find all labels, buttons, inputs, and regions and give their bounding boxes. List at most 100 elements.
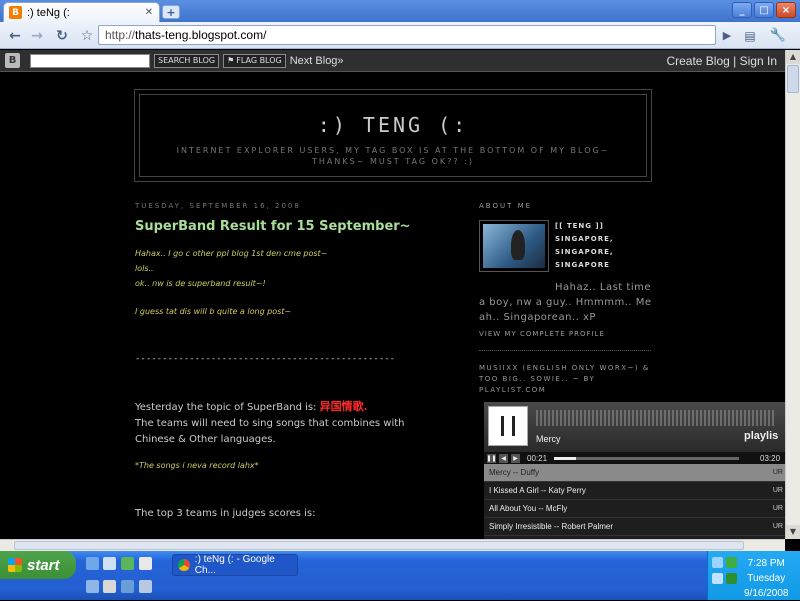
address-prefix: http:// bbox=[105, 28, 136, 42]
blog-header-inner: :) TENG (: INTERNET EXPLORER USERS, MY T… bbox=[139, 94, 647, 177]
next-icon[interactable]: ▶ bbox=[511, 453, 520, 463]
start-button[interactable]: start bbox=[0, 551, 76, 579]
back-arrow-icon[interactable]: ← bbox=[5, 26, 25, 45]
blog-description: INTERNET EXPLORER USERS, MY TAG BOX IS A… bbox=[176, 146, 610, 166]
track-tag: UR bbox=[772, 469, 783, 476]
clock[interactable]: 7:28 PM Tuesday 9/16/2008 bbox=[744, 556, 789, 601]
maximize-button[interactable]: □ bbox=[754, 2, 774, 18]
quicklaunch-icon[interactable] bbox=[121, 580, 134, 593]
profile-photo[interactable] bbox=[479, 220, 549, 272]
post-topic-body: The teams will need to sing songs that c… bbox=[135, 418, 405, 445]
sidebar-divider bbox=[479, 350, 651, 351]
quicklaunch-icon[interactable] bbox=[121, 557, 134, 570]
chrome-icon bbox=[178, 559, 190, 571]
track-title: Simply Irresistible -- Robert Palmer bbox=[489, 522, 614, 531]
flag-icon: ⚑ bbox=[227, 56, 235, 65]
track-tag: UR bbox=[772, 505, 783, 512]
blogger-favicon-icon: B bbox=[9, 6, 22, 19]
top3-text: The top 3 teams in judges scores is: bbox=[135, 508, 316, 519]
close-window-button[interactable]: × bbox=[776, 2, 796, 18]
bookmark-star-icon[interactable]: ☆ bbox=[77, 26, 97, 45]
profile-name[interactable]: [[ TENG ]] bbox=[555, 220, 614, 233]
track-row[interactable]: All About You -- McFly UR bbox=[484, 500, 785, 518]
progress-bar[interactable] bbox=[554, 456, 740, 460]
minimize-button[interactable]: _ bbox=[732, 2, 752, 18]
flag-blog-label: FLAG BLOG bbox=[236, 56, 282, 65]
system-tray: 7:28 PM Tuesday 9/16/2008 bbox=[707, 551, 800, 600]
address-bar[interactable]: http://thats-teng.blogspot.com/ bbox=[98, 25, 716, 45]
post-column: TUESDAY, SEPTEMBER 16, 2008 SuperBand Re… bbox=[135, 202, 455, 522]
track-row[interactable]: Mercy -- Duffy UR bbox=[484, 464, 785, 482]
blog-header: :) TENG (: INTERNET EXPLORER USERS, MY T… bbox=[134, 89, 652, 182]
player-controls: ❚❚ ◀ ▶ 00:21 03:20 bbox=[484, 452, 785, 464]
tab-title: :) teNg (: bbox=[27, 6, 70, 19]
search-blog-button[interactable]: SEARCH BLOG bbox=[154, 53, 220, 68]
about-text: Hahaz.. Last time a boy, nw a guy.. Hmmm… bbox=[479, 282, 652, 323]
tray-icon[interactable] bbox=[726, 557, 737, 568]
track-tag: UR bbox=[772, 523, 783, 530]
security-icon[interactable] bbox=[726, 573, 737, 584]
blog-title[interactable]: :) TENG (: bbox=[140, 113, 646, 137]
page-menu-icon[interactable]: ▤ bbox=[740, 26, 760, 45]
quicklaunch-icon[interactable] bbox=[103, 580, 116, 593]
vertical-scrollbar[interactable]: ▲ ▼ bbox=[785, 50, 800, 539]
clock-date: 9/16/2008 bbox=[744, 588, 789, 599]
new-tab-button[interactable]: + bbox=[162, 5, 180, 19]
forward-arrow-icon[interactable]: → bbox=[27, 26, 47, 45]
reload-icon[interactable]: ↻ bbox=[52, 26, 72, 45]
scroll-down-icon[interactable]: ▼ bbox=[786, 525, 800, 539]
track-tag: UR bbox=[772, 487, 783, 494]
track-title: I Kissed A Girl -- Katy Perry bbox=[489, 486, 586, 495]
post-line: I guess tat dis will b quite a long post… bbox=[135, 307, 292, 316]
track-row[interactable]: Simply Irresistible -- Robert Palmer UR bbox=[484, 518, 785, 536]
browser-titlebar: B :) teNg (: ✕ + _ □ × bbox=[0, 0, 800, 22]
blog-search-input[interactable] bbox=[30, 53, 150, 68]
next-blog-link[interactable]: Next Blog» bbox=[290, 55, 344, 67]
elapsed-time: 00:21 bbox=[527, 453, 548, 463]
music-heading: MUSIIXX (ENGLISH ONLY WORX~) & TOO BIG..… bbox=[479, 364, 650, 394]
wrench-icon[interactable]: 🔧 bbox=[768, 26, 788, 45]
about-row: [[ TENG ]] SINGAPORE, SINGAPORE, SINGAPO… bbox=[479, 220, 652, 272]
clock-time: 7:28 PM bbox=[747, 558, 785, 569]
post-divider: ----------------------------------------… bbox=[135, 354, 396, 364]
windows-flag-icon bbox=[8, 558, 22, 572]
quicklaunch-icon[interactable] bbox=[86, 580, 99, 593]
create-blog-link[interactable]: Create Blog bbox=[666, 54, 729, 68]
playlist-logo[interactable]: playlis bbox=[744, 430, 778, 442]
address-host: thats-teng.blogspot.com/ bbox=[135, 28, 267, 42]
about-heading: ABOUT ME bbox=[479, 202, 533, 210]
songs-note: *The songs i neva record lahx* bbox=[135, 461, 259, 470]
quicklaunch-icon[interactable] bbox=[103, 557, 116, 570]
blogger-logo-icon[interactable]: B bbox=[5, 53, 20, 68]
vertical-scroll-thumb[interactable] bbox=[787, 65, 799, 93]
blog-page: :) TENG (: INTERNET EXPLORER USERS, MY T… bbox=[0, 72, 785, 539]
player-header: Mercy playlis bbox=[484, 402, 785, 452]
post-title[interactable]: SuperBand Result for 15 September~ bbox=[135, 219, 455, 234]
horizontal-scrollbar[interactable] bbox=[0, 539, 785, 551]
network-icon[interactable] bbox=[712, 557, 723, 568]
sign-in-link[interactable]: Sign In bbox=[740, 54, 777, 68]
profile-location: SINGAPORE, bbox=[555, 235, 614, 243]
browser-tab[interactable]: B :) teNg (: ✕ bbox=[3, 2, 160, 22]
blogger-navbar: B SEARCH BLOG ⚑ FLAG BLOG Next Blog» Crea… bbox=[0, 50, 785, 72]
flag-blog-button[interactable]: ⚑ FLAG BLOG bbox=[223, 53, 286, 68]
view-profile-link[interactable]: VIEW MY COMPLETE PROFILE bbox=[479, 330, 652, 338]
quicklaunch-icon[interactable] bbox=[139, 557, 152, 570]
taskbar-chrome-item[interactable]: :) teNg (: - Google Ch... bbox=[172, 554, 298, 576]
quicklaunch-icon[interactable] bbox=[139, 580, 152, 593]
horizontal-scroll-thumb[interactable] bbox=[14, 541, 744, 550]
current-song: Mercy bbox=[536, 434, 561, 444]
track-row[interactable]: I Kissed A Girl -- Katy Perry UR bbox=[484, 482, 785, 500]
topic-highlight: 异国情歌. bbox=[319, 400, 368, 413]
scroll-up-icon[interactable]: ▲ bbox=[786, 50, 800, 64]
windows-taskbar: start :) teNg (: - Google Ch... 7:28 PM … bbox=[0, 551, 800, 600]
waveform-visual bbox=[536, 410, 776, 426]
volume-icon[interactable] bbox=[712, 573, 723, 584]
tab-close-icon[interactable]: ✕ bbox=[145, 7, 153, 18]
post-line: lols.. bbox=[135, 264, 154, 273]
previous-icon[interactable]: ◀ bbox=[499, 453, 508, 463]
pause-icon[interactable]: ❚❚ bbox=[486, 453, 497, 463]
go-arrow-icon[interactable]: ▶ bbox=[717, 26, 737, 45]
quicklaunch-icon[interactable] bbox=[86, 557, 99, 570]
post-line: ok.. nw is de superband result~! bbox=[135, 279, 266, 288]
